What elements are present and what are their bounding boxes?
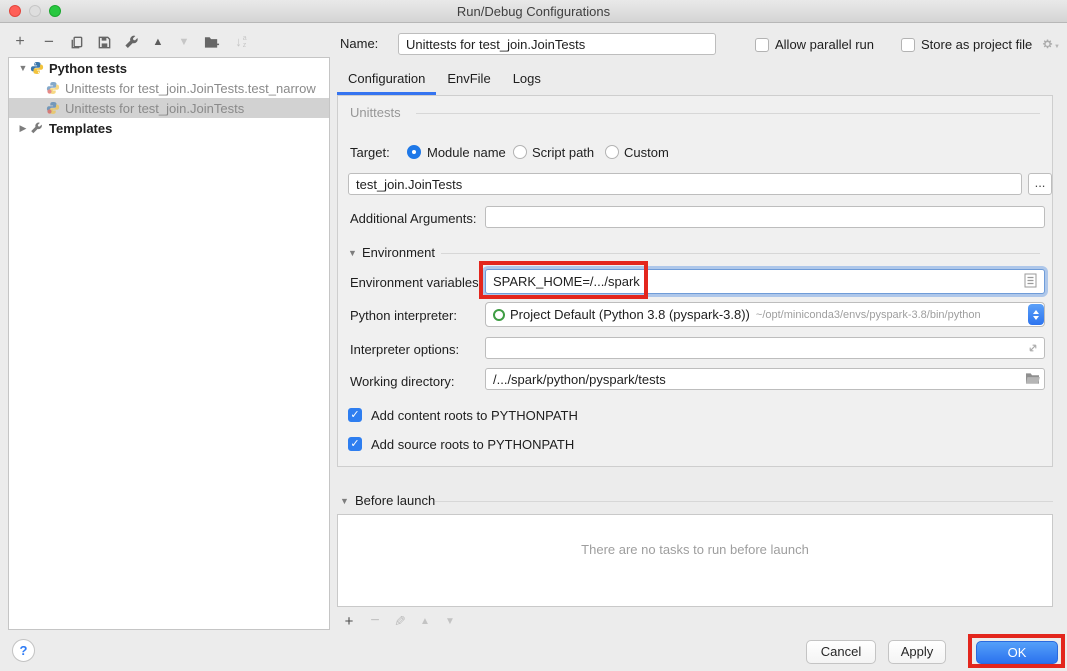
environment-variables-label: Environment variables: — [350, 275, 482, 290]
edit-task-icon: ✎ — [391, 611, 409, 631]
tree-item-templates[interactable]: ▶ Templates — [9, 118, 329, 138]
tree-item-python-tests[interactable]: ▼ Python tests — [9, 58, 329, 78]
target-module-name-radio[interactable] — [407, 145, 421, 159]
working-directory-value: /.../spark/python/pyspark/tests — [493, 372, 666, 387]
tree-item-label: Python tests — [49, 61, 127, 76]
expand-field-icon[interactable] — [1027, 342, 1039, 357]
allow-parallel-run-checkbox[interactable] — [755, 38, 769, 52]
tree-item-label: Templates — [49, 121, 112, 136]
add-source-roots-label: Add source roots to PYTHONPATH — [371, 437, 574, 452]
working-directory-label: Working directory: — [350, 374, 455, 389]
additional-arguments-input[interactable] — [485, 206, 1045, 228]
expander-open-icon[interactable]: ▼ — [17, 63, 29, 73]
run-debug-configurations-dialog: Run/Debug Configurations + − ▲ ▼ ↓ az ▼ … — [0, 0, 1067, 671]
stepper-down-icon — [1033, 316, 1039, 320]
gear-icon[interactable]: ▼ — [1042, 36, 1060, 52]
conda-env-icon — [493, 309, 505, 321]
dropdown-arrow-icon: ▼ — [1054, 44, 1060, 50]
before-launch-section-title[interactable]: Before launch — [355, 493, 435, 508]
move-down-icon: ▼ — [174, 32, 194, 52]
working-directory-field[interactable]: /.../spark/python/pyspark/tests — [485, 368, 1045, 390]
cancel-button[interactable]: Cancel — [806, 640, 876, 664]
group-divider — [416, 113, 1040, 114]
target-script-path-radio[interactable] — [513, 145, 527, 159]
before-launch-empty-message: There are no tasks to run before launch — [337, 542, 1053, 557]
interpreter-select-stepper[interactable] — [1028, 304, 1044, 325]
configurations-tree: ▼ Python tests Unittests for test_join.J… — [8, 57, 330, 630]
interpreter-path: ~/opt/miniconda3/envs/pyspark-3.8/bin/py… — [756, 309, 981, 321]
move-task-down-icon: ▼ — [441, 611, 459, 631]
add-source-roots-checkbox[interactable]: ✓ — [348, 437, 362, 451]
tab-logs[interactable]: Logs — [502, 64, 552, 95]
add-task-icon[interactable]: + — [340, 611, 358, 631]
python-interpreter-label: Python interpreter: — [350, 308, 457, 323]
expander-collapsed-icon[interactable]: ▶ — [17, 123, 29, 134]
python-test-icon — [45, 81, 60, 96]
save-configuration-icon[interactable] — [94, 32, 114, 52]
apply-button[interactable]: Apply — [888, 640, 946, 664]
environment-variables-field[interactable]: SPARK_HOME=/.../spark — [485, 269, 1045, 294]
target-custom-radio[interactable] — [605, 145, 619, 159]
target-custom-label: Custom — [624, 145, 669, 160]
additional-arguments-label: Additional Arguments: — [350, 211, 476, 226]
help-button[interactable]: ? — [12, 639, 35, 662]
unittests-group-title: Unittests — [350, 105, 401, 120]
browse-folder-icon[interactable] — [1025, 372, 1040, 388]
stepper-up-icon — [1033, 310, 1039, 314]
browse-module-button[interactable]: ... — [1028, 173, 1052, 195]
interpreter-options-input[interactable] — [485, 337, 1045, 359]
module-name-input[interactable] — [348, 173, 1022, 195]
browse-env-vars-icon[interactable] — [1024, 273, 1037, 291]
window-title: Run/Debug Configurations — [0, 4, 1067, 19]
tree-item-unittests-jointests[interactable]: Unittests for test_join.JoinTests — [9, 98, 329, 118]
name-label: Name: — [340, 36, 378, 51]
move-task-up-icon: ▲ — [416, 611, 434, 631]
tab-envfile[interactable]: EnvFile — [436, 64, 501, 95]
move-up-icon[interactable]: ▲ — [148, 32, 168, 52]
store-as-project-file-label: Store as project file — [921, 37, 1032, 52]
config-tabs: Configuration EnvFile Logs — [337, 64, 552, 95]
tab-configuration[interactable]: Configuration — [337, 64, 436, 95]
wrench-icon — [29, 121, 44, 136]
target-module-name-label: Module name — [427, 145, 506, 160]
remove-configuration-icon[interactable]: − — [39, 32, 59, 52]
add-content-roots-label: Add content roots to PYTHONPATH — [371, 408, 578, 423]
store-as-project-file-checkbox[interactable] — [901, 38, 915, 52]
python-interpreter-select[interactable]: Project Default (Python 3.8 (pyspark-3.8… — [485, 302, 1045, 327]
before-launch-expander-icon[interactable]: ▼ — [340, 496, 349, 506]
section-divider — [435, 501, 1053, 502]
remove-task-icon: − — [366, 611, 384, 631]
python-icon — [29, 61, 44, 76]
sort-alphabetically-icon: ↓ az — [231, 32, 251, 52]
environment-variables-value: SPARK_HOME=/.../spark — [493, 274, 1024, 289]
python-test-icon — [45, 101, 60, 116]
tree-item-unittests-narrow[interactable]: Unittests for test_join.JoinTests.test_n… — [9, 78, 329, 98]
tree-item-label: Unittests for test_join.JoinTests.test_n… — [65, 81, 316, 96]
copy-configuration-icon[interactable] — [66, 32, 86, 52]
section-divider — [441, 253, 1040, 254]
environment-section-title[interactable]: Environment — [362, 245, 435, 260]
new-folder-icon[interactable] — [202, 32, 222, 52]
tree-item-label: Unittests for test_join.JoinTests — [65, 101, 244, 116]
edit-templates-icon[interactable] — [121, 32, 141, 52]
allow-parallel-run-label: Allow parallel run — [775, 37, 874, 52]
name-input[interactable] — [398, 33, 716, 55]
add-configuration-icon[interactable]: + — [10, 32, 30, 52]
title-bar[interactable]: Run/Debug Configurations — [0, 0, 1067, 23]
ok-button[interactable]: OK — [976, 641, 1058, 664]
add-content-roots-checkbox[interactable]: ✓ — [348, 408, 362, 422]
target-label: Target: — [350, 145, 390, 160]
interpreter-name: Project Default (Python 3.8 (pyspark-3.8… — [510, 307, 750, 322]
before-launch-task-list — [337, 514, 1053, 607]
environment-expander-icon[interactable]: ▼ — [348, 248, 357, 258]
configuration-panel: Unittests Target: Module name Script pat… — [337, 95, 1053, 467]
target-script-path-label: Script path — [532, 145, 594, 160]
interpreter-options-label: Interpreter options: — [350, 342, 459, 357]
